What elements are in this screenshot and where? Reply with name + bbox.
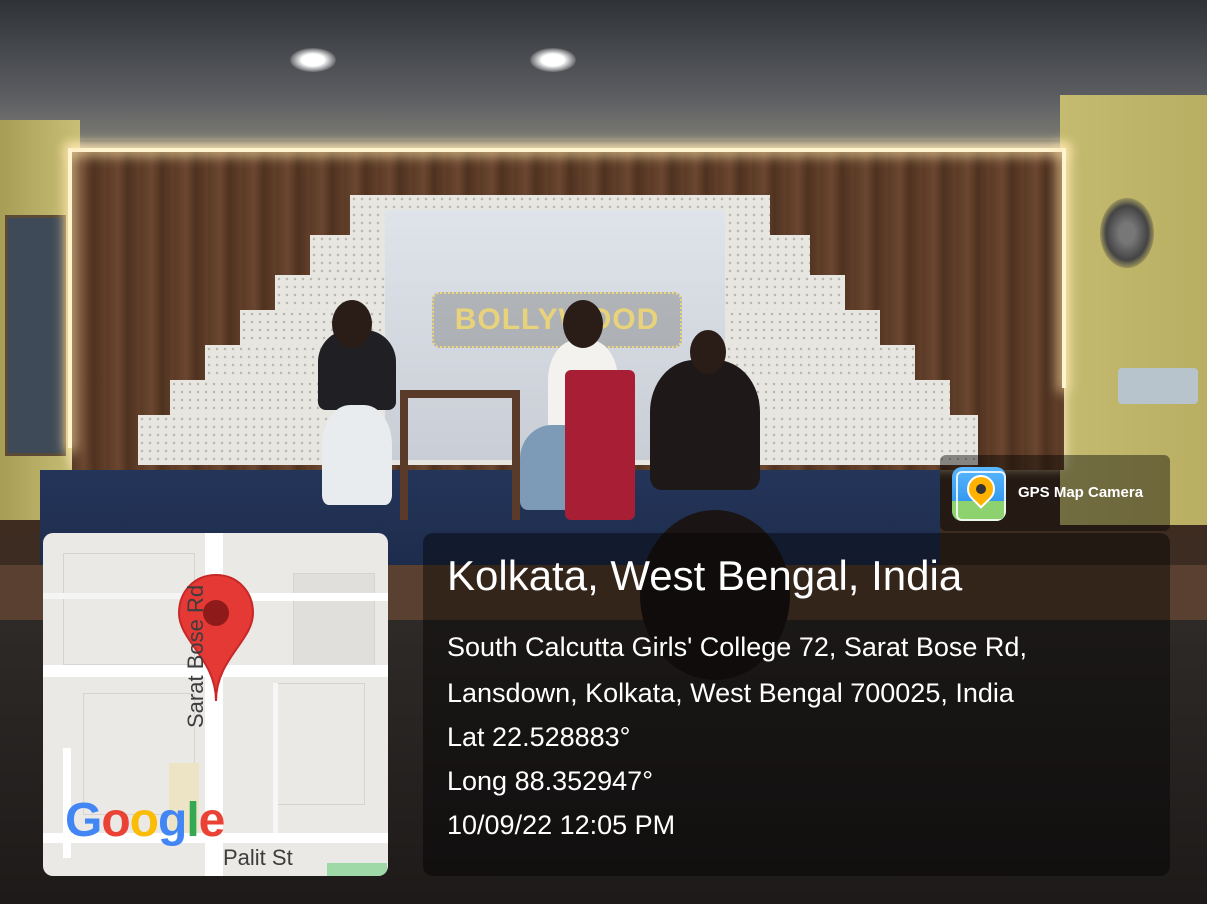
app-badge: GPS Map Camera [940, 455, 1170, 531]
ceiling-light [530, 48, 576, 72]
address-line-2: Lansdown, Kolkata, West Bengal 700025, I… [447, 678, 1014, 708]
laptop [1118, 368, 1198, 404]
road-label-palit-st: Palit St [223, 845, 293, 870]
ceiling-light [290, 48, 336, 72]
table [400, 390, 520, 520]
chair [565, 370, 635, 520]
map-road [243, 593, 388, 601]
ceiling [0, 0, 1207, 140]
performer-head [690, 330, 726, 374]
map-thumbnail: Sarat Bose Rd Palit St Google [43, 533, 388, 876]
app-name: GPS Map Camera [1018, 484, 1144, 501]
road-label-sarat-bose: Sarat Bose Rd [183, 584, 208, 728]
longitude: Long 88.352947° [447, 766, 653, 796]
bollywood-banner: BOLLYWOOD [432, 292, 682, 348]
wall-fan [1100, 198, 1154, 268]
address-line-1: South Calcutta Girls' College 72, Sarat … [447, 632, 1027, 662]
led-strip [68, 148, 72, 448]
latitude: Lat 22.528883° [447, 722, 631, 752]
google-logo: Google [65, 794, 225, 847]
map-block [63, 553, 195, 665]
map-block [293, 573, 375, 675]
window [5, 215, 66, 456]
performer [650, 360, 760, 490]
led-strip [1062, 148, 1066, 388]
map-block [273, 683, 365, 805]
location-title: Kolkata, West Bengal, India [447, 552, 963, 599]
map-road [273, 683, 278, 833]
timestamp: 10/09/22 12:05 PM [447, 810, 676, 840]
performer-head [563, 300, 603, 348]
performer-head [332, 300, 372, 348]
led-strip [70, 148, 1066, 152]
gps-map-camera-icon [952, 467, 1006, 521]
map-park [327, 863, 387, 876]
performer [322, 405, 392, 505]
